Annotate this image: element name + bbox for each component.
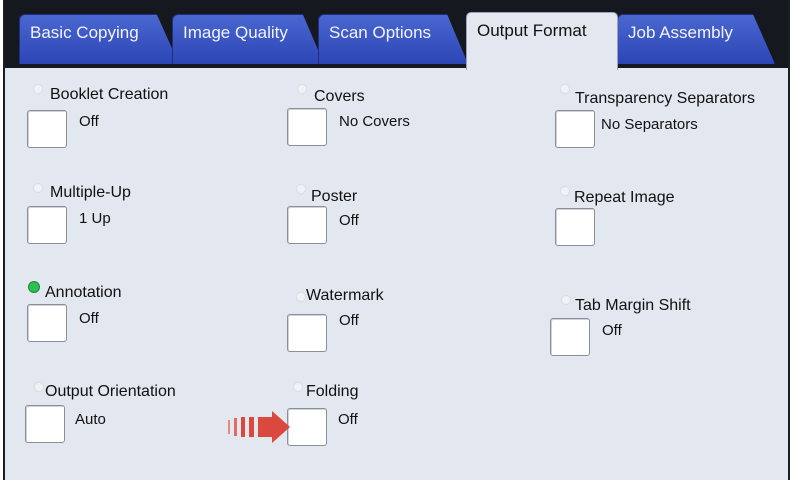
tab-label: Basic Copying	[30, 23, 139, 42]
radio-indicator	[33, 183, 43, 193]
option-value: Off	[79, 113, 99, 130]
repeat-image-button[interactable]	[555, 208, 595, 246]
option-title: Output Orientation	[45, 383, 176, 400]
radio-indicator	[560, 186, 570, 196]
covers-button[interactable]	[287, 108, 327, 146]
option-title: Repeat Image	[574, 189, 675, 206]
radio-indicator	[34, 382, 44, 392]
multiple-up-button[interactable]	[27, 206, 67, 244]
output-format-screen: Basic Copying Image Quality Scan Options…	[3, 0, 790, 480]
option-value: 1 Up	[79, 210, 111, 227]
tab-margin-shift-button[interactable]	[550, 318, 590, 356]
option-value: Off	[602, 322, 622, 339]
watermark-button[interactable]	[287, 314, 327, 352]
booklet-creation-button[interactable]	[27, 110, 67, 148]
option-title: Tab Margin Shift	[575, 297, 691, 314]
option-title: Folding	[306, 383, 359, 400]
option-title: Booklet Creation	[50, 86, 169, 103]
radio-indicator	[561, 295, 571, 305]
tab-basic-copying[interactable]: Basic Copying	[19, 14, 179, 64]
option-title: Annotation	[45, 284, 122, 301]
red-arrow-icon	[228, 411, 290, 443]
option-value: Off	[338, 411, 358, 428]
tab-scan-options[interactable]: Scan Options	[318, 14, 468, 64]
option-title: Multiple-Up	[50, 184, 131, 201]
option-title: Covers	[314, 88, 365, 105]
radio-indicator	[297, 84, 307, 94]
tab-bar: Basic Copying Image Quality Scan Options…	[5, 0, 788, 70]
tab-label: Job Assembly	[628, 23, 733, 42]
poster-button[interactable]	[287, 206, 327, 244]
transparency-separators-button[interactable]	[555, 110, 595, 148]
output-orientation-button[interactable]	[25, 405, 65, 443]
option-value: Auto	[75, 411, 106, 428]
tab-job-assembly[interactable]: Job Assembly	[617, 14, 775, 64]
option-value: Off	[79, 310, 99, 327]
option-title: Poster	[311, 188, 358, 205]
active-indicator-icon	[28, 281, 40, 293]
tab-label: Output Format	[477, 21, 587, 40]
tab-label: Scan Options	[329, 23, 432, 42]
radio-indicator	[293, 382, 303, 392]
option-value: Off	[339, 312, 359, 329]
option-value: No Separators	[601, 116, 698, 133]
tab-label: Image Quality	[183, 23, 288, 42]
option-value: Off	[339, 212, 359, 229]
radio-indicator	[33, 84, 43, 94]
option-title: Transparency Separators	[575, 90, 755, 107]
annotation-button[interactable]	[27, 304, 67, 342]
option-title: Watermark	[306, 287, 384, 304]
option-value: No Covers	[339, 113, 410, 130]
tab-image-quality[interactable]: Image Quality	[172, 14, 324, 64]
tab-output-format[interactable]: Output Format	[466, 12, 618, 70]
radio-indicator	[296, 184, 306, 194]
radio-indicator	[296, 292, 306, 302]
folding-button[interactable]	[287, 408, 327, 446]
radio-indicator	[560, 84, 570, 94]
